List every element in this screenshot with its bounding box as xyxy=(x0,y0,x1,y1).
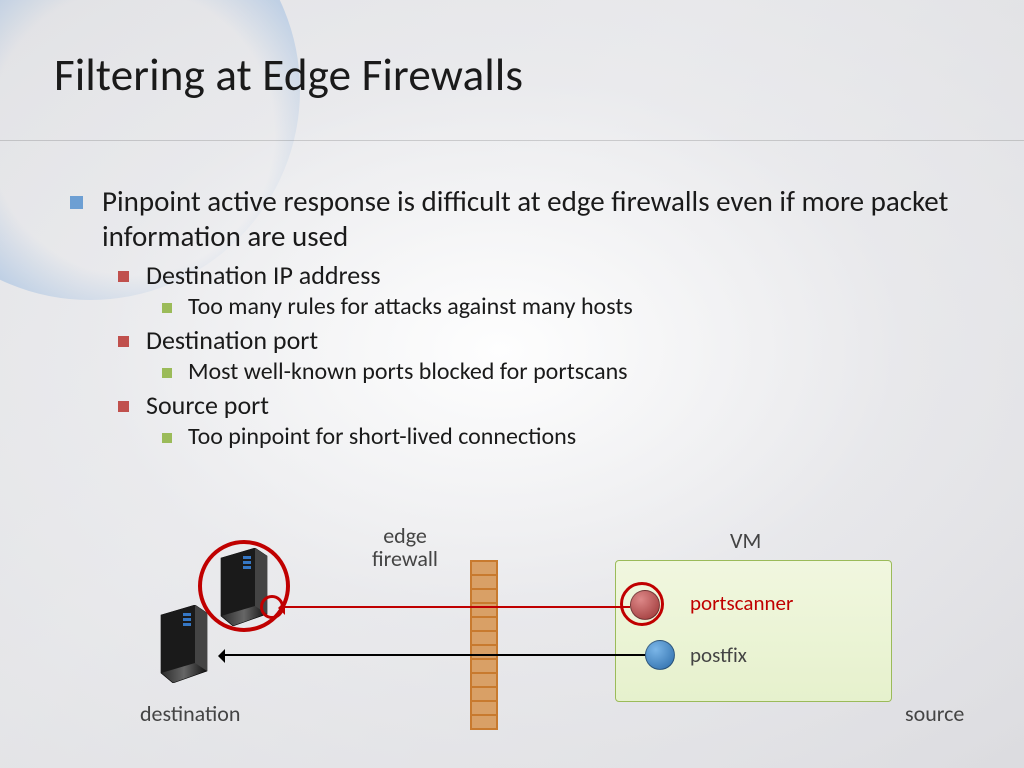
postfix-node-icon xyxy=(645,640,675,670)
portscanner-highlight-ring xyxy=(620,582,664,626)
bullet-dest-port: Destination port Most well-known ports b… xyxy=(118,325,970,387)
slide-body: Pinpoint active response is difficult at… xyxy=(70,180,970,456)
bullet-main: Pinpoint active response is difficult at… xyxy=(70,184,970,452)
arrow-postfix xyxy=(225,654,645,656)
destination-label: destination xyxy=(140,700,240,727)
network-diagram: edgefirewall VM portscanner postfix dest… xyxy=(120,530,960,750)
bullet-dest-port-sub: Most well-known ports blocked for portsc… xyxy=(162,358,970,387)
vm-box xyxy=(615,560,892,702)
slide: Filtering at Edge Firewalls Pinpoint act… xyxy=(0,0,1024,768)
bullet-dest-ip: Destination IP address Too many rules fo… xyxy=(118,260,970,322)
bullet-src-port-sub: Too pinpoint for short-lived connections xyxy=(162,423,970,452)
portscanner-label: portscanner xyxy=(690,590,793,616)
source-label: source xyxy=(905,700,964,727)
firewall-icon xyxy=(470,560,498,730)
postfix-label: postfix xyxy=(690,642,747,668)
bullet-main-text: Pinpoint active response is difficult at… xyxy=(102,183,948,254)
server-icon xyxy=(155,605,213,683)
vm-label: VM xyxy=(730,527,761,554)
edge-firewall-label: edgefirewall xyxy=(345,524,465,570)
slide-title: Filtering at Edge Firewalls xyxy=(54,48,523,103)
bullet-dest-ip-sub: Too many rules for attacks against many … xyxy=(162,293,970,322)
bullet-src-port: Source port Too pinpoint for short-lived… xyxy=(118,390,970,452)
title-divider xyxy=(0,140,1024,141)
arrow-portscanner xyxy=(285,606,630,608)
